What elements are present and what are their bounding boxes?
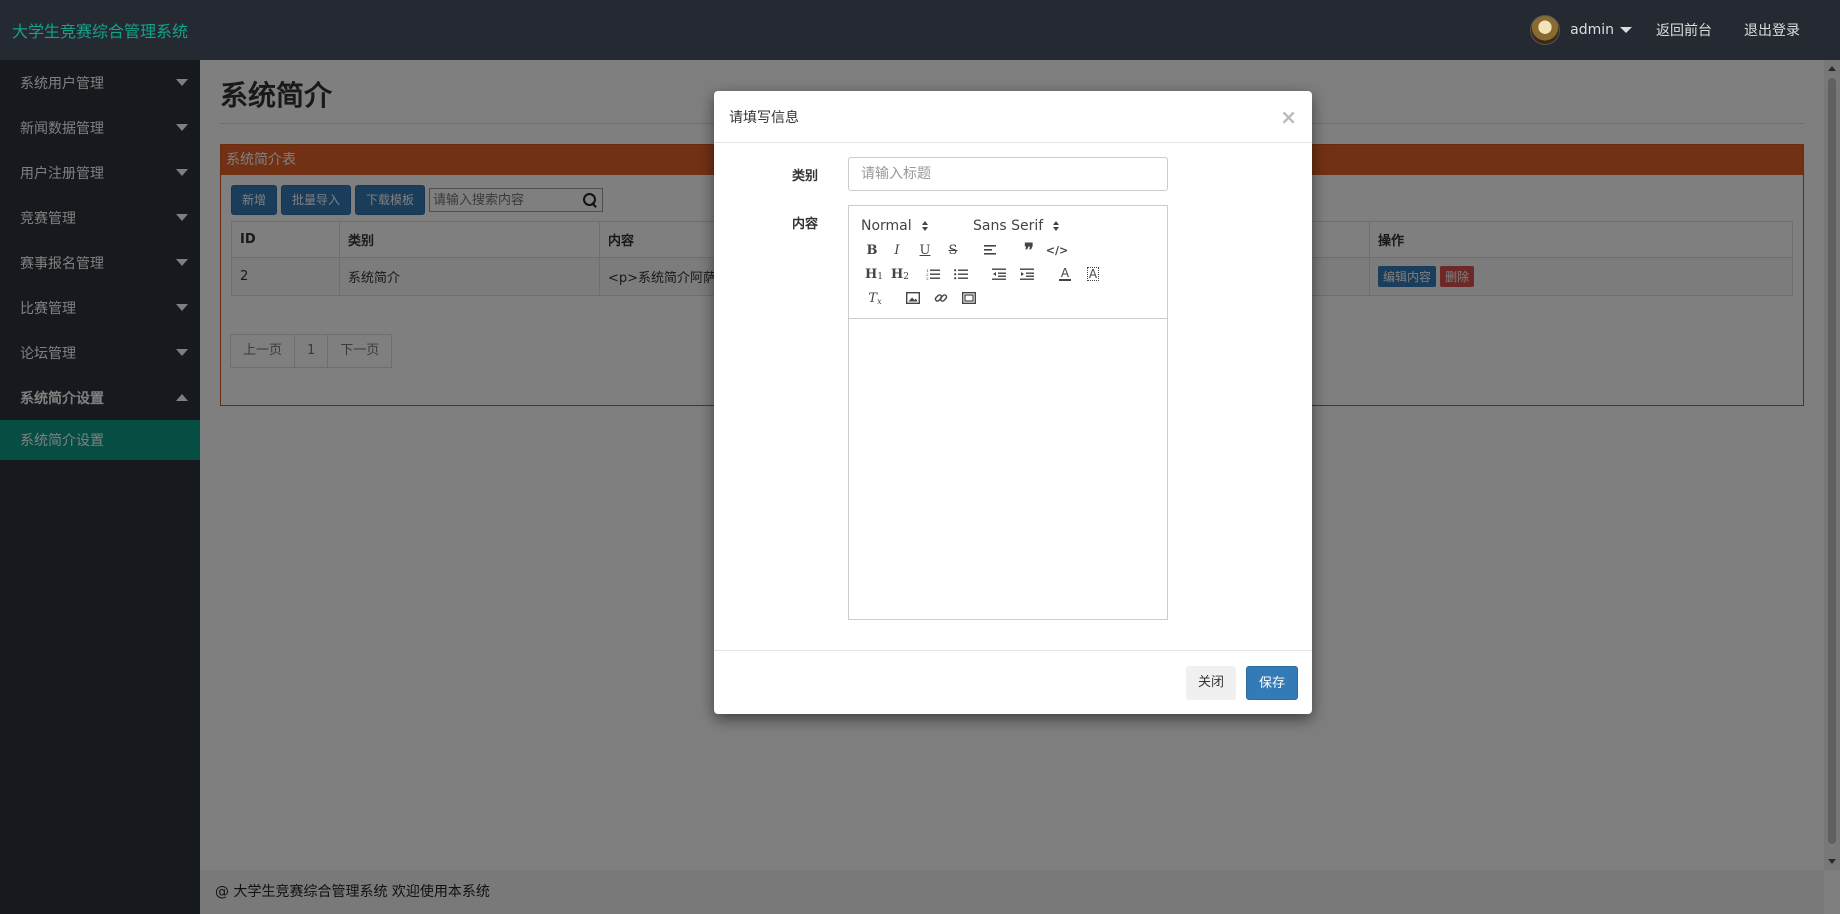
outdent-icon[interactable] [985,263,1013,285]
close-icon[interactable]: × [1280,107,1297,127]
format-select[interactable]: Normal [861,218,973,234]
blockquote-icon[interactable]: ❞ [1015,239,1043,261]
modal-title: 请填写信息 [729,109,799,126]
heading-2-icon[interactable]: H2 [887,263,913,285]
category-input[interactable]: 请输入标题 [848,157,1168,191]
rich-text-editor: Normal Sans Serif B I U S ❞ </> H 1 H 2 … [848,205,1168,620]
bold-icon[interactable]: B [861,239,883,261]
user-menu[interactable]: admin [1570,22,1632,38]
top-navbar: 大学生竞赛综合管理系统 admin 返回前台 退出登录 [0,0,1840,60]
video-icon[interactable] [955,287,983,309]
avatar[interactable] [1530,15,1561,45]
bullet-list-icon[interactable] [947,263,975,285]
indent-icon[interactable] [1013,263,1041,285]
select-arrows-icon [1053,221,1060,231]
italic-icon[interactable]: I [883,239,911,261]
align-icon[interactable] [977,239,1005,261]
modal-footer: 关闭 保存 [714,650,1312,714]
info-modal: 请填写信息 × 类别 请输入标题 内容 Normal Sans Serif B … [714,91,1312,714]
content-label: 内容 [791,217,818,232]
font-select[interactable]: Sans Serif [973,218,1060,234]
app-title[interactable]: 大学生竞赛综合管理系统 [0,18,200,42]
font-color-icon[interactable]: A [1051,263,1079,285]
user-name: admin [1570,22,1614,38]
clear-format-icon[interactable]: Tx [861,287,889,309]
svg-text:3: 3 [926,276,929,280]
caret-down-icon [1620,27,1632,33]
content-row: 内容 Normal Sans Serif B I U S ❞ </> H 1 H… [714,205,1312,620]
editor-toolbar: Normal Sans Serif B I U S ❞ </> H 1 H 2 … [849,206,1167,319]
category-row: 类别 请输入标题 [714,157,1312,191]
modal-header: 请填写信息 × [714,91,1312,143]
editor-content-area[interactable] [849,319,1167,619]
select-arrows-icon [921,221,928,231]
background-color-icon[interactable]: A [1079,263,1107,285]
heading-1-icon[interactable]: H1 [861,263,887,285]
strikethrough-icon[interactable]: S [939,239,967,261]
save-button[interactable]: 保存 [1245,665,1298,700]
image-icon[interactable] [899,287,927,309]
ordered-list-icon[interactable]: 123 [919,263,947,285]
code-block-icon[interactable]: </> [1043,239,1071,261]
logout-link[interactable]: 退出登录 [1744,20,1800,40]
close-button[interactable]: 关闭 [1185,665,1236,700]
back-to-frontend-link[interactable]: 返回前台 [1656,20,1712,40]
link-icon[interactable] [927,287,955,309]
category-label: 类别 [791,169,818,184]
underline-icon[interactable]: U [911,239,939,261]
